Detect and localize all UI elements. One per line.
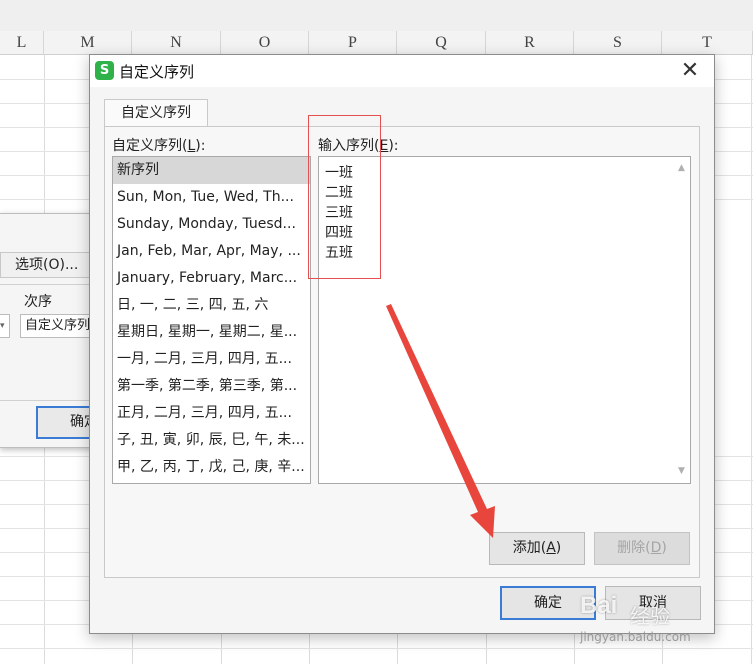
watermark-logo: Bai — [580, 592, 618, 619]
column-header-l[interactable]: L — [0, 31, 44, 55]
list-item[interactable]: January, February, Marc... — [113, 265, 310, 292]
close-icon[interactable]: ✕ — [676, 57, 704, 85]
wps-spreadsheet-icon: S — [95, 61, 114, 80]
list-item[interactable]: 甲, 乙, 丙, 丁, 戊, 己, 庚, 辛... — [113, 454, 310, 481]
list-item[interactable]: 正月, 二月, 三月, 四月, 五... — [113, 400, 310, 427]
button-text: 添加( — [512, 540, 547, 556]
dialog-title: 自定义序列 — [119, 63, 195, 81]
highlight-box — [308, 115, 381, 279]
list-item[interactable]: 子, 丑, 寅, 卯, 辰, 巳, 午, 未... — [113, 427, 310, 454]
delete-button[interactable]: 删除(D) — [594, 532, 690, 565]
watermark-subtitle: 经验 — [630, 604, 670, 628]
custom-lists-dialog: S 自定义序列 ✕ 自定义序列 自定义序列(L): 新序列 Sun, Mon, … — [89, 54, 715, 634]
vertical-scrollbar[interactable]: ▲ ▼ — [673, 157, 690, 483]
list-item[interactable]: Sunday, Monday, Tuesd... — [113, 211, 310, 238]
button-text: ) — [555, 540, 562, 556]
label-text: ): — [195, 138, 206, 154]
list-item[interactable]: Sun, Mon, Tue, Wed, Th... — [113, 184, 310, 211]
tab-custom-lists[interactable]: 自定义序列 — [104, 99, 208, 127]
column-header-o[interactable]: O — [221, 31, 309, 55]
column-header-m[interactable]: M — [44, 31, 132, 55]
chevron-down-icon[interactable]: ▾ — [0, 314, 10, 338]
watermark-url: jingyan.baidu.com — [580, 630, 691, 644]
chevron-down-icon[interactable]: ▼ — [676, 466, 687, 477]
watermark: Bai 经验 jingyan.baidu.com — [580, 592, 750, 660]
list-item[interactable]: 第一季, 第二季, 第三季, 第... — [113, 373, 310, 400]
title-bar[interactable]: S 自定义序列 ✕ — [90, 55, 714, 87]
list-item[interactable]: 新序列 — [113, 157, 310, 184]
button-text: ) — [661, 540, 667, 556]
custom-lists-listbox[interactable]: 新序列 Sun, Mon, Tue, Wed, Th... Sunday, Mo… — [112, 156, 311, 484]
list-item[interactable]: 一月, 二月, 三月, 四月, 五... — [113, 346, 310, 373]
label-text: ): — [388, 138, 399, 154]
label-text: 自定义序列( — [112, 138, 188, 154]
custom-lists-label: 自定义序列(L): — [112, 135, 205, 155]
column-header-q[interactable]: Q — [397, 31, 486, 55]
chevron-up-icon[interactable]: ▲ — [676, 163, 687, 174]
list-item[interactable]: Jan, Feb, Mar, Apr, May, ... — [113, 238, 310, 265]
accelerator-key: D — [650, 540, 662, 556]
column-header-n[interactable]: N — [132, 31, 221, 55]
tab-panel: 自定义序列(L): 新序列 Sun, Mon, Tue, Wed, Th... … — [104, 126, 700, 578]
column-header-p[interactable]: P — [309, 31, 397, 55]
column-header-t[interactable]: T — [662, 31, 753, 55]
column-header-s[interactable]: S — [574, 31, 662, 55]
order-column-label: 次序 — [24, 294, 52, 310]
list-item[interactable]: 日, 一, 二, 三, 四, 五, 六 — [113, 292, 310, 319]
accelerator-key: A — [546, 540, 556, 556]
button-text: 删除( — [617, 540, 651, 556]
toolbar-band — [0, 0, 753, 31]
add-button[interactable]: 添加(A) — [489, 532, 585, 565]
column-header-r[interactable]: R — [486, 31, 574, 55]
grid-line — [751, 55, 752, 664]
list-item[interactable]: 星期日, 星期一, 星期二, 星... — [113, 319, 310, 346]
